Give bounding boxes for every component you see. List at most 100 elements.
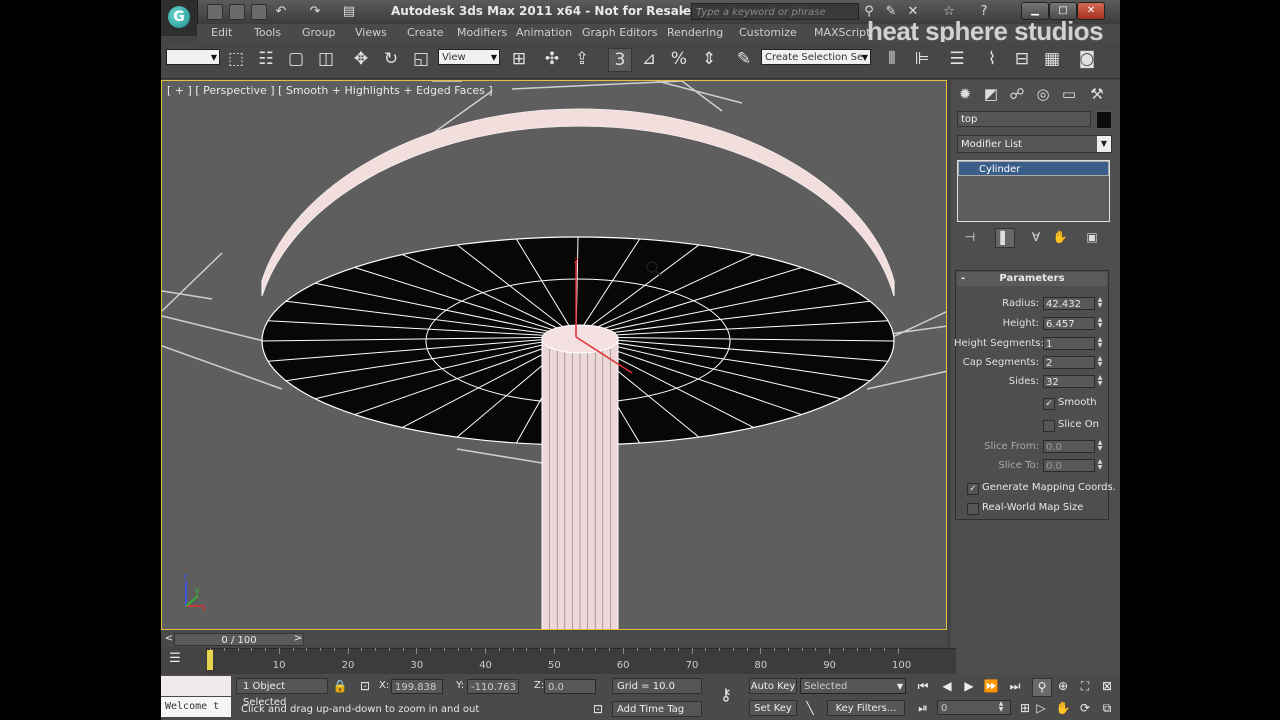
maxscript-listener-top[interactable] <box>161 676 231 696</box>
mirror-icon[interactable]: ⫴ <box>881 48 903 70</box>
key-filters-button[interactable]: Key Filters... <box>827 700 905 716</box>
generate-mapping-checkbox[interactable]: ✓ <box>967 483 979 495</box>
move-icon[interactable]: ✥ <box>350 48 372 70</box>
select-manipulate-icon[interactable]: ✣ <box>541 48 563 70</box>
select-object-icon[interactable]: ⬚ <box>225 48 247 70</box>
hierarchy-tab-icon[interactable]: ☍ <box>1007 85 1027 103</box>
named-selection-dropdown[interactable]: Create Selection Se ▼ <box>761 49 871 65</box>
menu-customize[interactable]: Customize <box>739 26 797 39</box>
real-world-map-checkbox[interactable] <box>967 503 979 515</box>
zoom-extents-all-icon[interactable]: ⊠ <box>1098 678 1116 695</box>
menu-edit[interactable]: Edit <box>211 26 232 39</box>
cap-segments-field[interactable]: 2 <box>1043 356 1095 369</box>
orbit-icon[interactable]: ⟳ <box>1076 700 1094 717</box>
edit-named-selection-icon[interactable]: ✎ <box>733 48 755 70</box>
select-by-name-icon[interactable]: ☷ <box>255 48 277 70</box>
viewport-label[interactable]: [ + ] [ Perspective ] [ Smooth + Highlig… <box>167 84 493 97</box>
x-coord-field[interactable]: 199.838 <box>391 679 443 694</box>
make-unique-icon[interactable]: ∀ <box>1027 228 1045 246</box>
height-segments-field[interactable]: 1 <box>1043 337 1095 350</box>
window-crossing-icon[interactable]: ◫ <box>315 48 337 70</box>
zoom-icon[interactable]: ⚲ <box>1032 678 1052 697</box>
project-folder-icon[interactable]: ▤ <box>341 4 357 20</box>
stack-item-cylinder[interactable]: Cylinder <box>958 161 1109 176</box>
height-spinner[interactable]: ▲ ▼ <box>1096 317 1104 330</box>
slice-to-spinner[interactable]: ▲ ▼ <box>1096 459 1104 472</box>
layer-manager-icon[interactable]: ☰ <box>946 48 968 70</box>
zoom-all-icon[interactable]: ⊕ <box>1054 678 1072 695</box>
menu-graph-editors[interactable]: Graph Editors <box>582 26 658 39</box>
modify-tab-icon[interactable]: ◩ <box>981 85 1001 103</box>
align-icon[interactable]: ⊫ <box>911 48 933 70</box>
set-key-icon[interactable]: ⚷ <box>713 686 739 703</box>
curve-editor-icon[interactable]: ⌇ <box>981 48 1003 70</box>
pivot-center-icon[interactable]: ⊞ <box>508 48 530 70</box>
slice-from-spinner[interactable]: ▲ ▼ <box>1096 440 1104 453</box>
smooth-checkbox[interactable]: ✓ <box>1043 398 1055 410</box>
search-input[interactable]: Type a keyword or phrase <box>691 3 859 20</box>
go-to-start-icon[interactable]: ⏮ <box>914 678 932 695</box>
angle-snap-icon[interactable]: ⊿ <box>638 48 660 70</box>
modifier-list-dropdown[interactable]: Modifier List ▼ <box>957 135 1112 153</box>
pin-stack-icon[interactable]: ⊣ <box>961 228 979 246</box>
schematic-view-icon[interactable]: ⊟ <box>1011 48 1033 70</box>
display-tab-icon[interactable]: ▭ <box>1059 85 1079 103</box>
app-menu-button[interactable]: G <box>161 0 198 36</box>
keyboard-shortcut-icon[interactable]: ⇪ <box>571 48 593 70</box>
selection-lock-icon[interactable]: 🔒 <box>331 678 349 695</box>
menu-maxscript[interactable]: MAXScript <box>814 26 870 39</box>
motion-tab-icon[interactable]: ◎ <box>1033 85 1053 103</box>
radius-field[interactable]: 42.432 <box>1043 297 1095 310</box>
auto-key-button[interactable]: Auto Key <box>749 678 797 694</box>
render-setup-icon[interactable]: ◙ <box>1076 48 1098 70</box>
track-bar[interactable] <box>206 648 956 674</box>
menu-group[interactable]: Group <box>302 26 336 39</box>
menu-create[interactable]: Create <box>407 26 444 39</box>
time-next-icon[interactable]: > <box>292 632 304 646</box>
rotate-icon[interactable]: ↻ <box>380 48 402 70</box>
remove-modifier-icon[interactable]: ✋ <box>1051 228 1069 246</box>
percent-snap-icon[interactable]: % <box>668 48 690 70</box>
show-end-result-icon[interactable]: ▌ <box>995 228 1015 248</box>
play-icon[interactable]: ▶ <box>960 678 978 695</box>
sides-field[interactable]: 32 <box>1043 375 1095 388</box>
selection-filter-dropdown[interactable]: ▼ <box>166 49 220 65</box>
open-file-icon[interactable] <box>229 4 245 20</box>
zoom-extents-icon[interactable]: ⛶ <box>1076 678 1094 695</box>
save-file-icon[interactable] <box>251 4 267 20</box>
spinner-snap-icon[interactable]: ⇕ <box>698 48 720 70</box>
menu-tools[interactable]: Tools <box>254 26 281 39</box>
menu-rendering[interactable]: Rendering <box>667 26 723 39</box>
snaps-toggle-icon[interactable]: 3 <box>608 48 632 72</box>
field-of-view-icon[interactable]: ▷ <box>1032 700 1050 717</box>
height-field[interactable]: 6.457 <box>1043 317 1095 330</box>
slice-from-field[interactable]: 0.0 <box>1043 440 1095 453</box>
create-tab-icon[interactable]: ✹ <box>955 85 975 103</box>
time-slider-thumb[interactable]: 0 / 100 <box>174 633 304 646</box>
maxscript-listener[interactable]: Welcome t <box>161 697 231 717</box>
sides-spinner[interactable]: ▲ ▼ <box>1096 375 1104 388</box>
key-mode-dropdown[interactable]: Selected ▼ <box>800 678 906 694</box>
cap-segments-spinner[interactable]: ▲ ▼ <box>1096 356 1104 369</box>
y-coord-field[interactable]: -110.763 <box>467 679 519 694</box>
menu-animation[interactable]: Animation <box>516 26 572 39</box>
current-frame-marker[interactable] <box>207 650 213 670</box>
radius-spinner[interactable]: ▲ ▼ <box>1096 297 1104 310</box>
object-color-swatch[interactable] <box>1096 111 1112 129</box>
parameters-rollout-header[interactable]: - Parameters <box>957 272 1107 286</box>
pan-icon[interactable]: ✋ <box>1054 700 1072 717</box>
material-editor-icon[interactable]: ▦ <box>1041 48 1063 70</box>
next-frame-icon[interactable]: ⏩ <box>982 678 1000 695</box>
reference-coord-dropdown[interactable]: View ▼ <box>438 49 500 65</box>
perspective-viewport[interactable]: z z x y [ + ] [ Perspective ] [ Smooth +… <box>161 80 947 630</box>
menu-modifiers[interactable]: Modifiers <box>457 26 507 39</box>
z-coord-field[interactable]: 0.0 <box>544 679 596 694</box>
selection-region-icon[interactable]: ▢ <box>285 48 307 70</box>
time-tag-icon[interactable]: ⊡ <box>589 701 607 718</box>
search-expand-icon[interactable]: ▸ <box>675 4 691 20</box>
key-pen-icon[interactable]: ╲ <box>801 700 819 717</box>
configure-modifier-sets-icon[interactable]: ▣ <box>1083 228 1101 246</box>
height-segments-spinner[interactable]: ▲ ▼ <box>1096 337 1104 350</box>
track-bar-menu-icon[interactable]: ☰ <box>169 652 181 666</box>
slice-to-field[interactable]: 0.0 <box>1043 459 1095 472</box>
